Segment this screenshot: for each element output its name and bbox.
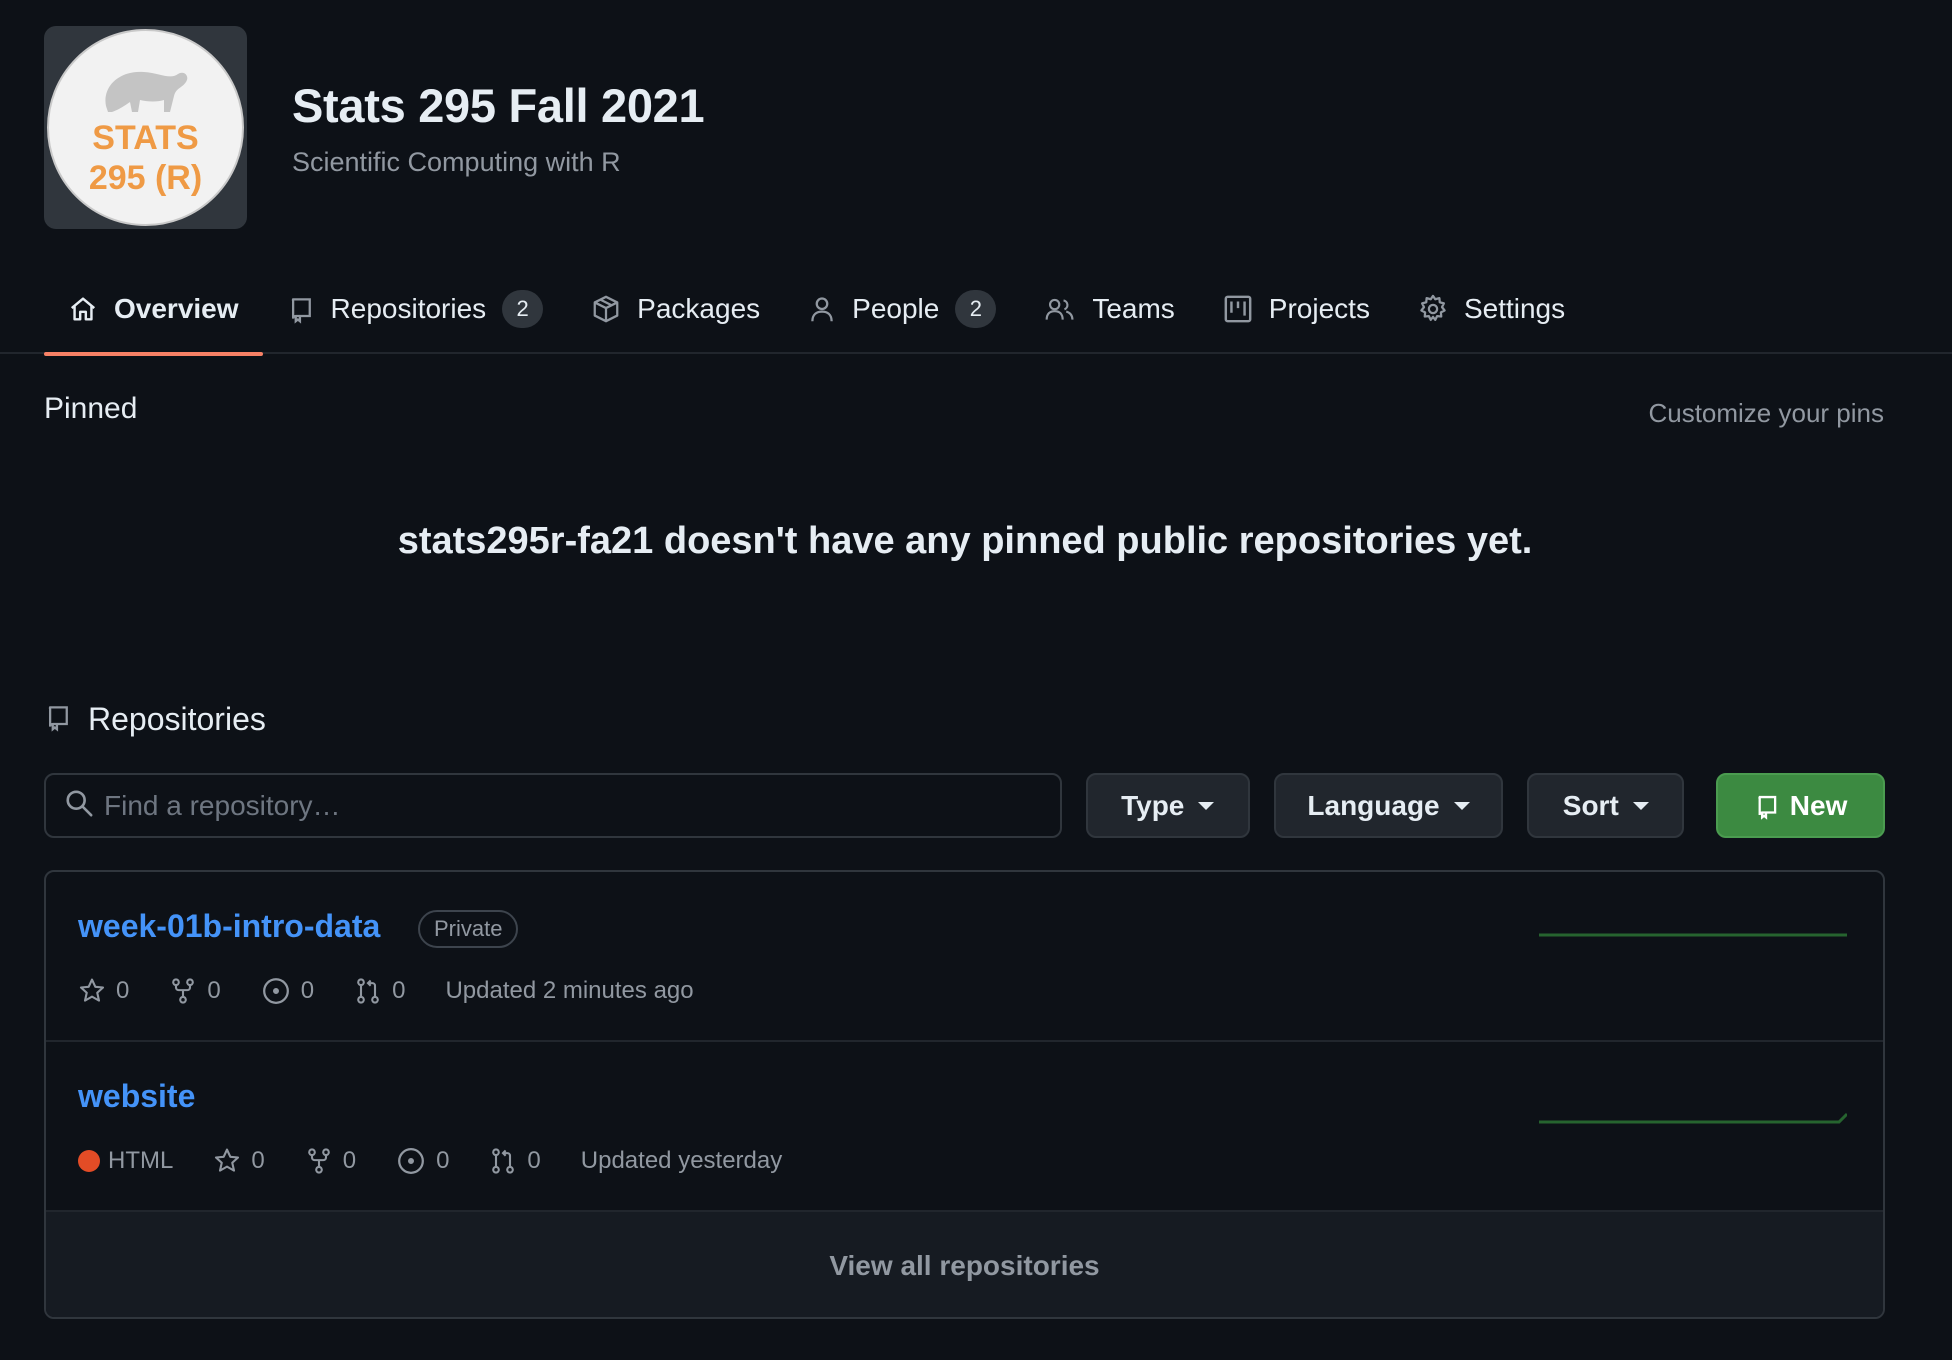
caret-down-icon xyxy=(1453,801,1470,810)
repositories-heading: Repositories xyxy=(44,700,266,739)
repositories-count-badge: 2 xyxy=(502,290,544,328)
issue-icon xyxy=(262,978,289,1004)
list-item: website HTML 0 0 0 0 Updated yesterday xyxy=(46,1042,1883,1212)
org-description: Scientific Computing with R xyxy=(292,146,621,177)
issues-value: 0 xyxy=(436,1147,450,1174)
project-icon xyxy=(1223,294,1253,324)
language-filter-label: Language xyxy=(1307,789,1440,821)
tab-overview[interactable]: Overview xyxy=(44,268,263,356)
stars-value: 0 xyxy=(251,1147,265,1174)
pull-request-icon xyxy=(492,1148,515,1174)
repositories-heading-label: Repositories xyxy=(88,701,266,737)
pull-request-icon xyxy=(357,978,379,1004)
forks-count[interactable]: 0 xyxy=(169,977,221,1005)
avatar: STATS 295 (R) xyxy=(44,26,247,229)
tab-label: Repositories xyxy=(330,293,487,324)
sort-label: Sort xyxy=(1562,789,1619,821)
issue-icon xyxy=(398,1148,425,1174)
tab-label: People xyxy=(852,293,940,324)
tab-label: Packages xyxy=(637,293,761,324)
home-icon xyxy=(68,294,98,324)
search-icon xyxy=(64,788,94,823)
star-icon xyxy=(215,1148,240,1172)
tab-label: Overview xyxy=(114,293,239,324)
language-label: HTML xyxy=(108,1147,174,1174)
anteater-icon xyxy=(104,71,187,112)
search-box xyxy=(44,773,1062,838)
visibility-badge: Private xyxy=(418,910,519,948)
language-filter-button[interactable]: Language xyxy=(1273,773,1504,838)
caret-down-icon xyxy=(1198,801,1215,810)
forks-value: 0 xyxy=(342,1147,357,1174)
page-title: Stats 295 Fall 2021 xyxy=(292,78,705,132)
tab-packages[interactable]: Packages xyxy=(567,268,784,354)
caret-down-icon xyxy=(1632,801,1649,810)
star-icon xyxy=(79,978,105,1002)
stars-value: 0 xyxy=(116,977,130,1004)
language-indicator: HTML xyxy=(78,1147,173,1175)
gear-icon xyxy=(1418,294,1448,324)
package-icon xyxy=(591,294,621,324)
updated-time: Updated yesterday xyxy=(580,1147,783,1174)
repo-name-link[interactable]: website xyxy=(78,1078,195,1115)
pulls-count[interactable]: 0 xyxy=(354,977,405,1005)
search-input[interactable] xyxy=(104,789,1004,822)
repo-icon xyxy=(287,294,315,324)
updated-time: Updated 2 minutes ago xyxy=(445,977,694,1004)
pulls-count[interactable]: 0 xyxy=(489,1147,541,1175)
activity-sparkline xyxy=(1539,1112,1847,1124)
repo-meta: 0 0 0 0 Updated 2 minutes ago xyxy=(78,976,694,1006)
repository-filter-bar: Type Language Sort New xyxy=(44,773,1885,838)
pinned-empty-message: stats295r-fa21 doesn't have any pinned p… xyxy=(397,520,1533,562)
tab-teams[interactable]: Teams xyxy=(1020,268,1198,354)
sort-button[interactable]: Sort xyxy=(1527,773,1685,838)
customize-pins-link[interactable]: Customize your pins xyxy=(1648,398,1884,429)
view-all-repositories-link[interactable]: View all repositories xyxy=(46,1212,1883,1317)
list-item: week-01b-intro-data Private 0 0 0 0 Upda… xyxy=(46,872,1883,1042)
avatar-logo: STATS 295 (R) xyxy=(47,29,244,226)
org-nav-tabs: Overview Repositories 2 Packages People … xyxy=(0,268,1952,356)
language-color-dot xyxy=(78,1150,100,1172)
people-icon xyxy=(1044,294,1076,324)
tab-projects[interactable]: Projects xyxy=(1199,268,1394,354)
new-button-label: New xyxy=(1789,789,1848,821)
forks-count[interactable]: 0 xyxy=(305,1147,356,1175)
tab-people[interactable]: People 2 xyxy=(784,268,1020,354)
repo-icon xyxy=(1758,795,1777,820)
activity-sparkline xyxy=(1539,933,1847,937)
person-icon xyxy=(808,294,836,324)
fork-icon xyxy=(307,1148,330,1174)
type-filter-button[interactable]: Type xyxy=(1085,773,1250,838)
tab-label: Projects xyxy=(1268,293,1370,324)
issues-count[interactable]: 0 xyxy=(261,976,314,1006)
org-header: STATS 295 (R) Stats 295 Fall 2021 Scient… xyxy=(44,26,705,229)
tab-label: Settings xyxy=(1463,293,1566,324)
stars-count[interactable]: 0 xyxy=(213,1147,265,1175)
org-info: Stats 295 Fall 2021 Scientific Computing… xyxy=(292,78,705,178)
repo-name-link[interactable]: week-01b-intro-data xyxy=(78,908,380,945)
tab-label: Teams xyxy=(1092,293,1175,324)
pulls-value: 0 xyxy=(392,977,406,1004)
avatar-text-line2: 295 (R) xyxy=(88,158,203,197)
fork-icon xyxy=(172,978,195,1004)
forks-value: 0 xyxy=(207,977,221,1004)
type-filter-label: Type xyxy=(1121,789,1185,821)
stars-count[interactable]: 0 xyxy=(78,977,129,1005)
repo-icon xyxy=(44,700,72,739)
new-repository-button[interactable]: New xyxy=(1716,773,1885,838)
pulls-value: 0 xyxy=(527,1147,541,1174)
pinned-heading: Pinned xyxy=(44,392,138,425)
issues-value: 0 xyxy=(300,977,315,1004)
repository-list: week-01b-intro-data Private 0 0 0 0 Upda… xyxy=(44,870,1885,1319)
tab-repositories[interactable]: Repositories 2 xyxy=(263,268,568,354)
issues-count[interactable]: 0 xyxy=(396,1146,449,1176)
repo-meta: HTML 0 0 0 0 Updated yesterday xyxy=(78,1146,782,1176)
tab-settings[interactable]: Settings xyxy=(1394,268,1589,354)
avatar-text-line1: STATS xyxy=(92,118,199,157)
people-count-badge: 2 xyxy=(955,290,997,328)
